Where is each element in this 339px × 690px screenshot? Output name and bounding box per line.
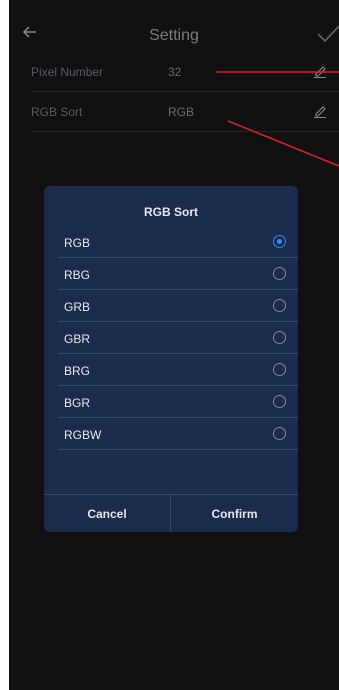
radio-icon[interactable] <box>273 267 286 280</box>
option-label: GBR <box>64 332 91 346</box>
radio-icon[interactable] <box>273 363 286 376</box>
setting-label: RGB Sort <box>31 105 83 119</box>
page-title: Setting <box>149 27 199 44</box>
option-rgb[interactable]: RGB <box>58 226 298 258</box>
option-label: BRG <box>64 364 91 378</box>
rgb-sort-dialog: RGB Sort RGB RBG GRB GBR BRG BGR RGBW Ca… <box>44 186 298 532</box>
option-gbr[interactable]: GBR <box>58 322 298 354</box>
radio-icon[interactable] <box>273 427 286 440</box>
option-rgbw[interactable]: RGBW <box>58 418 298 450</box>
option-list: RGB RBG GRB GBR BRG BGR RGBW <box>44 226 298 450</box>
dialog-actions: Cancel Confirm <box>44 494 298 532</box>
header: Setting <box>9 20 339 50</box>
radio-icon[interactable] <box>273 331 286 344</box>
setting-row-rgb-sort[interactable]: RGB Sort RGB <box>31 92 339 132</box>
setting-value: 32 <box>168 65 182 79</box>
check-icon[interactable] <box>315 24 339 44</box>
option-rbg[interactable]: RBG <box>58 258 298 290</box>
radio-icon[interactable] <box>273 395 286 408</box>
setting-row-pixel-number[interactable]: Pixel Number 32 <box>31 52 339 92</box>
cancel-button[interactable]: Cancel <box>44 495 171 532</box>
confirm-button[interactable]: Confirm <box>171 495 298 532</box>
pencil-icon[interactable] <box>313 104 327 118</box>
option-label: RGBW <box>64 428 102 442</box>
pencil-icon[interactable] <box>313 64 327 78</box>
setting-value: RGB <box>168 105 195 119</box>
option-grb[interactable]: GRB <box>58 290 298 322</box>
option-label: RGB <box>64 236 91 250</box>
option-label: RBG <box>64 268 91 282</box>
option-bgr[interactable]: BGR <box>58 386 298 418</box>
setting-label: Pixel Number <box>31 65 104 79</box>
option-brg[interactable]: BRG <box>58 354 298 386</box>
radio-icon[interactable] <box>273 299 286 312</box>
radio-selected-icon[interactable] <box>273 235 286 248</box>
option-label: BGR <box>64 396 91 410</box>
option-label: GRB <box>64 300 91 314</box>
